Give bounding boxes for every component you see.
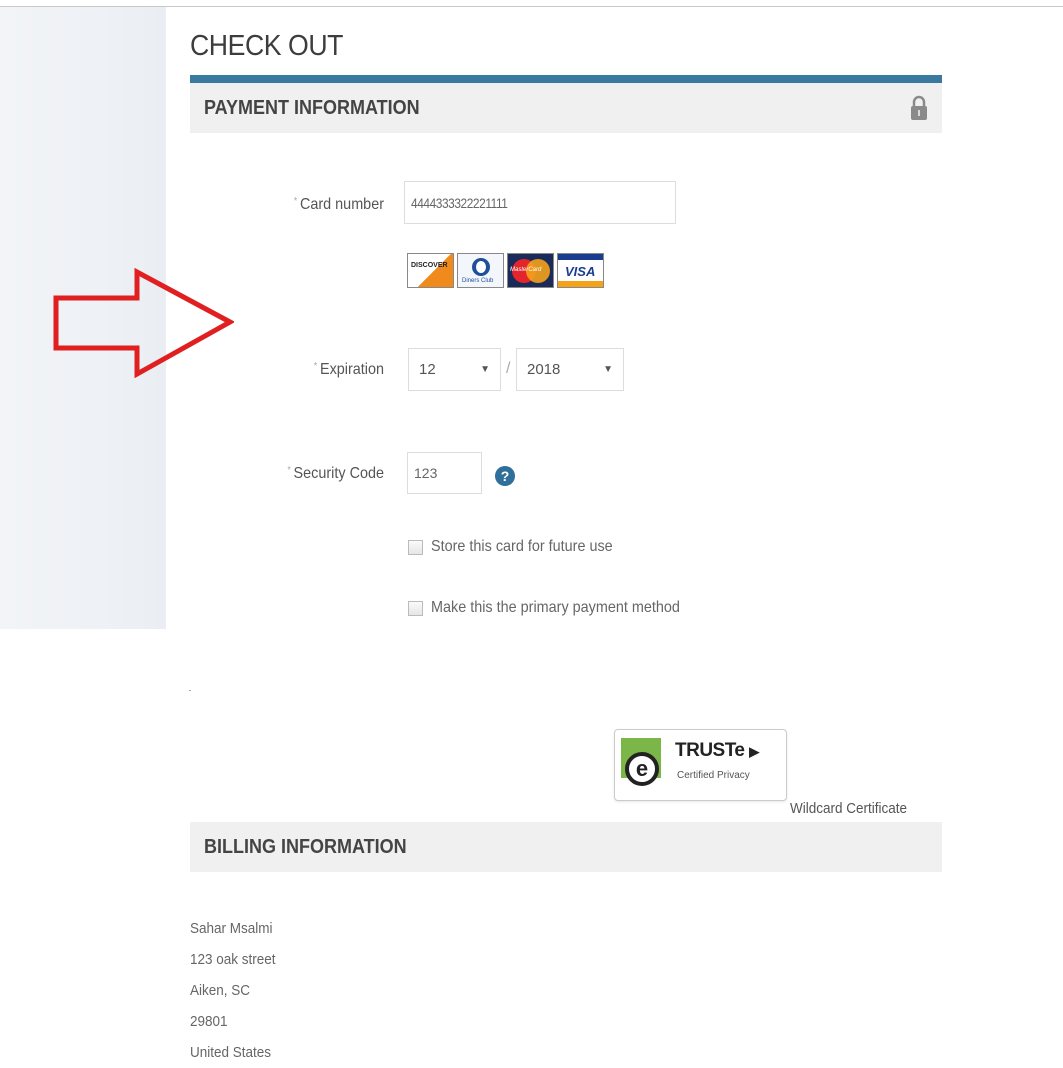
security-code-label: * Security Code	[204, 465, 384, 483]
card-brand-logos: DISCOVER Diners Club MasterCard VISA	[407, 253, 604, 288]
diners-club-card-icon: Diners Club	[457, 253, 504, 288]
primary-method-checkbox[interactable]	[408, 600, 423, 616]
exp-year-value: 2018	[527, 361, 561, 378]
truste-e-logo: e	[625, 752, 659, 786]
payment-section-header: PAYMENT INFORMATION	[190, 83, 942, 133]
store-card-label: Store this card for future use	[431, 538, 613, 555]
card-number-label-text: Card number	[299, 196, 384, 213]
address-street: 123 oak street	[190, 951, 276, 968]
card-number-label: * Card number	[204, 196, 384, 214]
billing-section-header: BILLING INFORMATION	[190, 822, 942, 872]
store-card-checkbox[interactable]	[408, 539, 423, 555]
card-number-input[interactable]: 4444333322221111	[404, 181, 676, 224]
play-icon: ▶	[749, 744, 759, 759]
security-code-input[interactable]: 123	[407, 452, 482, 494]
exp-month-value: 12	[419, 361, 436, 378]
exp-month-select[interactable]: 12 ▼	[408, 348, 501, 391]
discover-card-icon: DISCOVER	[407, 253, 454, 288]
address-name: Sahar Msalmi	[190, 920, 273, 937]
primary-method-label: Make this the primary payment method	[431, 599, 680, 616]
main-content-area	[166, 7, 1063, 1060]
truste-brand: TRUSTe ▶	[675, 740, 759, 762]
truste-badge[interactable]: e TRUSTe ▶ Certified Privacy	[614, 729, 787, 801]
wildcard-certificate-text: Wildcard Certificate	[790, 800, 908, 817]
mastercard-icon: MasterCard	[507, 253, 554, 288]
address-zip: 29801	[190, 1013, 228, 1030]
visa-card-icon: VISA	[557, 253, 604, 288]
card-number-value: 4444333322221111	[411, 194, 508, 211]
help-icon[interactable]: ?	[495, 466, 515, 486]
date-separator: /	[506, 360, 511, 377]
security-code-label-text: Security Code	[293, 465, 384, 482]
billing-header-label: BILLING INFORMATION	[204, 836, 407, 858]
lock-icon	[911, 95, 927, 120]
chevron-down-icon: ▼	[480, 364, 490, 375]
expiration-label: * Expiration	[204, 361, 384, 379]
accent-bar	[190, 75, 942, 83]
required-marker: *	[313, 361, 318, 372]
payment-header-label: PAYMENT INFORMATION	[204, 97, 420, 119]
chevron-down-icon: ▼	[603, 364, 613, 375]
stray-dot	[189, 690, 191, 691]
discover-text: DISCOVER	[411, 262, 448, 269]
address-city-state: Aiken, SC	[190, 982, 251, 999]
store-card-option[interactable]: Store this card for future use	[408, 538, 633, 556]
required-marker: *	[287, 465, 291, 476]
exp-year-select[interactable]: 2018 ▼	[516, 348, 624, 391]
billing-address: Sahar Msalmi 123 oak street Aiken, SC 29…	[190, 913, 285, 1068]
expiration-label-text: Expiration	[319, 361, 384, 378]
visa-text: VISA	[565, 264, 596, 279]
truste-subtitle: Certified Privacy	[677, 770, 750, 781]
mastercard-text: MasterCard	[510, 267, 542, 273]
truste-brand-text: TRUSTe	[675, 740, 745, 761]
address-country: United States	[190, 1044, 272, 1061]
security-code-value: 123	[414, 465, 438, 481]
diners-text: Diners Club	[462, 278, 494, 284]
required-marker: *	[293, 196, 298, 207]
primary-method-option[interactable]: Make this the primary payment method	[408, 599, 708, 617]
page-title: CHECK OUT	[190, 30, 343, 62]
